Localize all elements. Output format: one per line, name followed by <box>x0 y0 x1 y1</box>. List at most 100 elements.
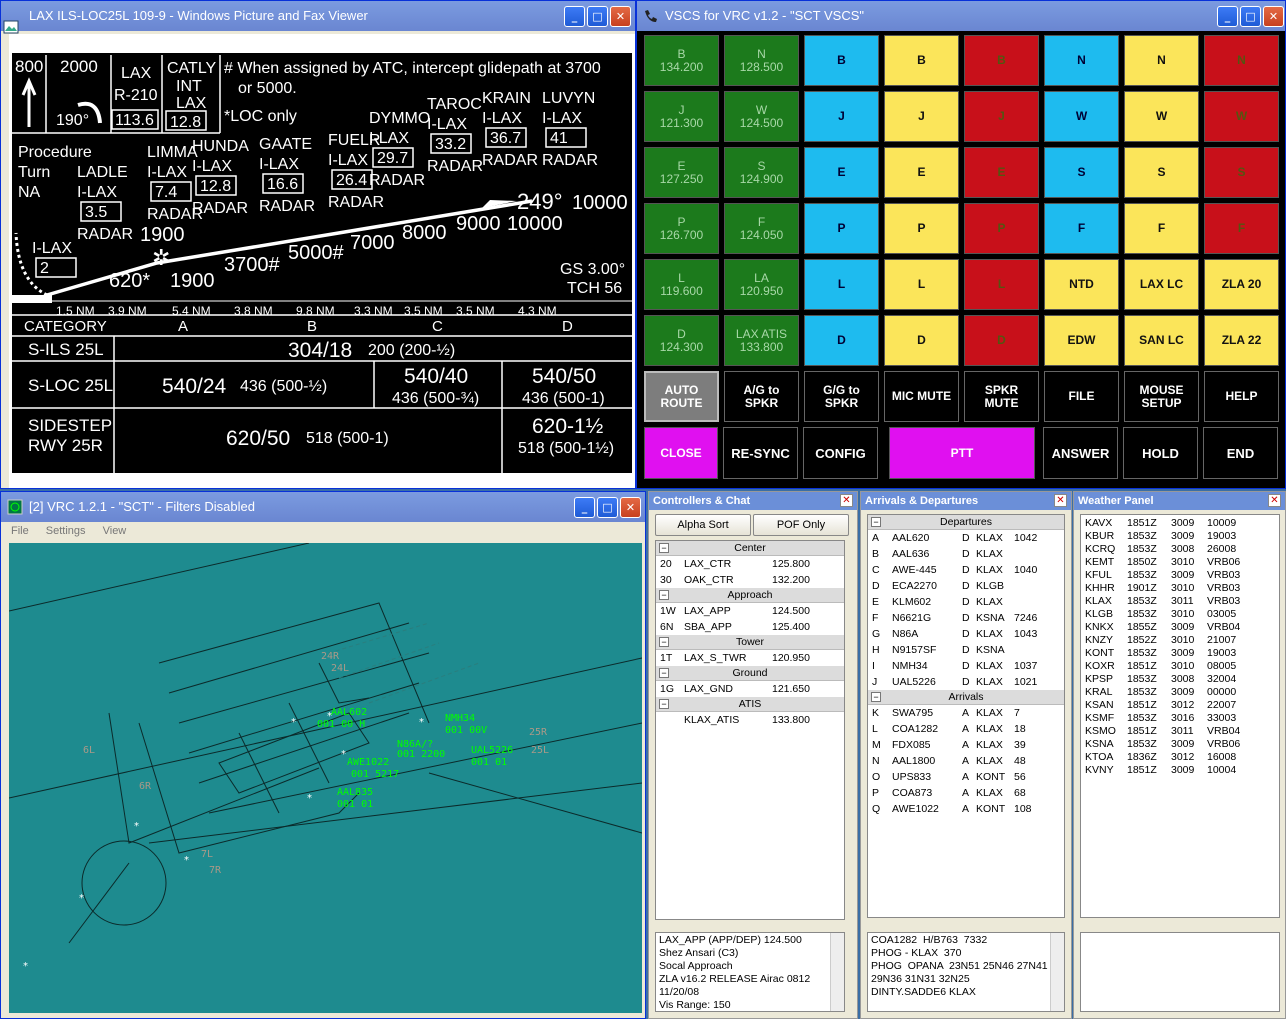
weather-row[interactable]: KFUL 1853Z 3009 VRB03 <box>1081 569 1279 582</box>
scope-tag[interactable]: 6L <box>83 745 95 756</box>
vscs-key[interactable]: P <box>884 203 959 254</box>
vscs-key[interactable]: S 124.900 <box>724 147 799 198</box>
menu-file[interactable]: File <box>11 525 29 537</box>
vscs-key[interactable]: F 124.050 <box>724 203 799 254</box>
weather-row[interactable]: KHHR 1901Z 3010 VRB03 <box>1081 582 1279 595</box>
vscs-key[interactable]: S <box>1124 147 1199 198</box>
vscs-key[interactable]: D <box>884 315 959 366</box>
hold-button[interactable]: HOLD <box>1123 427 1198 479</box>
scope-tag[interactable]: AWE1022 <box>347 757 389 768</box>
scope-tag[interactable]: UAL5226 <box>471 745 513 756</box>
vscs-key[interactable]: F <box>1124 203 1199 254</box>
maximize-button[interactable]: □ <box>587 6 608 27</box>
departure-row[interactable]: G N86A D KLAX 1043 <box>868 626 1064 642</box>
pof-only-button[interactable]: POF Only <box>753 514 849 536</box>
departure-row[interactable]: F N6621G D KSNA 7246 <box>868 610 1064 626</box>
vscs-func-key[interactable]: MIC MUTE <box>884 371 959 422</box>
vscs-key[interactable]: E <box>964 147 1039 198</box>
plate-title-bar[interactable]: LAX ILS-LOC25L 109-9 - Windows Picture a… <box>1 1 635 34</box>
departure-row[interactable]: C AWE-445 D KLAX 1040 <box>868 562 1064 578</box>
flight-list[interactable]: − Departures A AAL620 D KLAX 1042 B AAL636 D KLAX C… <box>867 514 1065 918</box>
departure-row[interactable]: E KLM602 D KLAX <box>868 594 1064 610</box>
controller-row[interactable]: 20 LAX_CTR 125.800 <box>656 556 844 572</box>
weather-row[interactable]: KCRQ 1853Z 3008 26008 <box>1081 543 1279 556</box>
weather-row[interactable]: KNKX 1855Z 3009 VRB04 <box>1081 621 1279 634</box>
vscs-key[interactable]: SAN LC <box>1124 315 1199 366</box>
collapse-icon[interactable]: − <box>659 590 669 600</box>
radar-scope[interactable]: * * * * * * * * * AAL602 001 00 H NMH34 001 00V N86A… <box>9 543 642 1013</box>
close-window-button[interactable]: ✕ <box>610 6 631 27</box>
config-button[interactable]: CONFIG <box>803 427 878 479</box>
scope-tag[interactable]: 7L <box>201 849 213 860</box>
vscs-key[interactable]: EDW <box>1044 315 1119 366</box>
minimize-button[interactable]: _ <box>1217 6 1238 27</box>
vscs-key[interactable]: N <box>1044 35 1119 86</box>
vscs-func-key[interactable]: HELP <box>1204 371 1279 422</box>
close-icon[interactable]: ✕ <box>1054 494 1067 507</box>
vscs-key[interactable]: L <box>964 259 1039 310</box>
vscs-key[interactable]: L <box>804 259 879 310</box>
resync-button[interactable]: RE-SYNC <box>723 427 798 479</box>
vscs-key[interactable]: N <box>1124 35 1199 86</box>
scope-tag[interactable]: 001 00 H <box>317 719 365 730</box>
departure-row[interactable]: J UAL5226 D KLAX 1021 <box>868 674 1064 690</box>
arrival-row[interactable]: N AAL1800 A KLAX 48 <box>868 753 1064 769</box>
collapse-icon[interactable]: − <box>659 637 669 647</box>
vscs-key[interactable]: S <box>1044 147 1119 198</box>
weather-row[interactable]: KVNY 1851Z 3009 10004 <box>1081 764 1279 777</box>
vscs-key[interactable]: L <box>884 259 959 310</box>
vscs-key[interactable]: LAX LC <box>1124 259 1199 310</box>
controller-row[interactable]: KLAX_ATIS 133.800 <box>656 712 844 728</box>
controller-row[interactable]: 30 OAK_CTR 132.200 <box>656 572 844 588</box>
scrollbar[interactable] <box>830 933 844 1011</box>
ptt-button[interactable]: PTT <box>889 427 1035 479</box>
vscs-key[interactable]: LA 120.950 <box>724 259 799 310</box>
controller-group[interactable]: − Approach <box>656 588 844 603</box>
departure-row[interactable]: D ECA2270 D KLGB <box>868 578 1064 594</box>
vscs-key[interactable]: D <box>964 315 1039 366</box>
scope-tag[interactable]: 25L <box>531 745 549 756</box>
arrival-row[interactable]: Q AWE1022 A KONT 108 <box>868 801 1064 817</box>
collapse-icon[interactable]: − <box>659 699 669 709</box>
arrival-row[interactable]: P COA873 A KLAX 68 <box>868 785 1064 801</box>
controller-row[interactable]: 1W LAX_APP 124.500 <box>656 603 844 619</box>
controller-row[interactable]: 6N SBA_APP 125.400 <box>656 619 844 635</box>
collapse-icon[interactable]: − <box>871 692 881 702</box>
vscs-key[interactable]: NTD <box>1044 259 1119 310</box>
vscs-key[interactable]: E <box>804 147 879 198</box>
weather-row[interactable]: KSMF 1853Z 3016 33003 <box>1081 712 1279 725</box>
minimize-button[interactable]: _ <box>564 6 585 27</box>
collapse-icon[interactable]: − <box>659 668 669 678</box>
scope-tag[interactable]: AAL835 <box>337 787 373 798</box>
departure-row[interactable]: B AAL636 D KLAX <box>868 546 1064 562</box>
vscs-func-key[interactable]: G/G to SPKR <box>804 371 879 422</box>
close-icon[interactable]: ✕ <box>1268 494 1281 507</box>
vscs-key[interactable]: P <box>964 203 1039 254</box>
scope-tag[interactable]: AAL602 <box>331 707 367 718</box>
vscs-key[interactable]: S <box>1204 147 1279 198</box>
vscs-key[interactable]: W <box>1124 91 1199 142</box>
vscs-key[interactable]: J <box>964 91 1039 142</box>
vscs-key[interactable]: J <box>884 91 959 142</box>
controller-row[interactable]: 1T LAX_S_TWR 120.950 <box>656 650 844 666</box>
menu-view[interactable]: View <box>103 525 127 537</box>
controller-group[interactable]: − Center <box>656 541 844 556</box>
scope-tag[interactable]: 24R <box>321 651 340 662</box>
scrollbar[interactable] <box>1050 933 1064 1011</box>
menu-settings[interactable]: Settings <box>46 525 86 537</box>
weather-row[interactable]: KSMO 1851Z 3011 VRB04 <box>1081 725 1279 738</box>
close-window-button[interactable]: ✕ <box>1263 6 1284 27</box>
answer-button[interactable]: ANSWER <box>1043 427 1118 479</box>
controller-group[interactable]: − ATIS <box>656 697 844 712</box>
vscs-key[interactable]: F <box>1044 203 1119 254</box>
controller-group[interactable]: − Tower <box>656 635 844 650</box>
vscs-func-key[interactable]: MOUSE SETUP <box>1124 371 1199 422</box>
weather-list[interactable]: KAVX 1851Z 3009 10009 KBUR 1853Z 3009 19003 KCRQ… <box>1080 514 1280 918</box>
minimize-button[interactable]: _ <box>574 497 595 518</box>
vscs-key[interactable]: B <box>884 35 959 86</box>
close-icon[interactable]: ✕ <box>840 494 853 507</box>
scope-tag[interactable]: 001 2200 <box>397 749 445 760</box>
vscs-key[interactable]: B <box>964 35 1039 86</box>
weather-row[interactable]: KRAL 1853Z 3009 00000 <box>1081 686 1279 699</box>
scope-tag[interactable]: 24L <box>331 663 349 674</box>
